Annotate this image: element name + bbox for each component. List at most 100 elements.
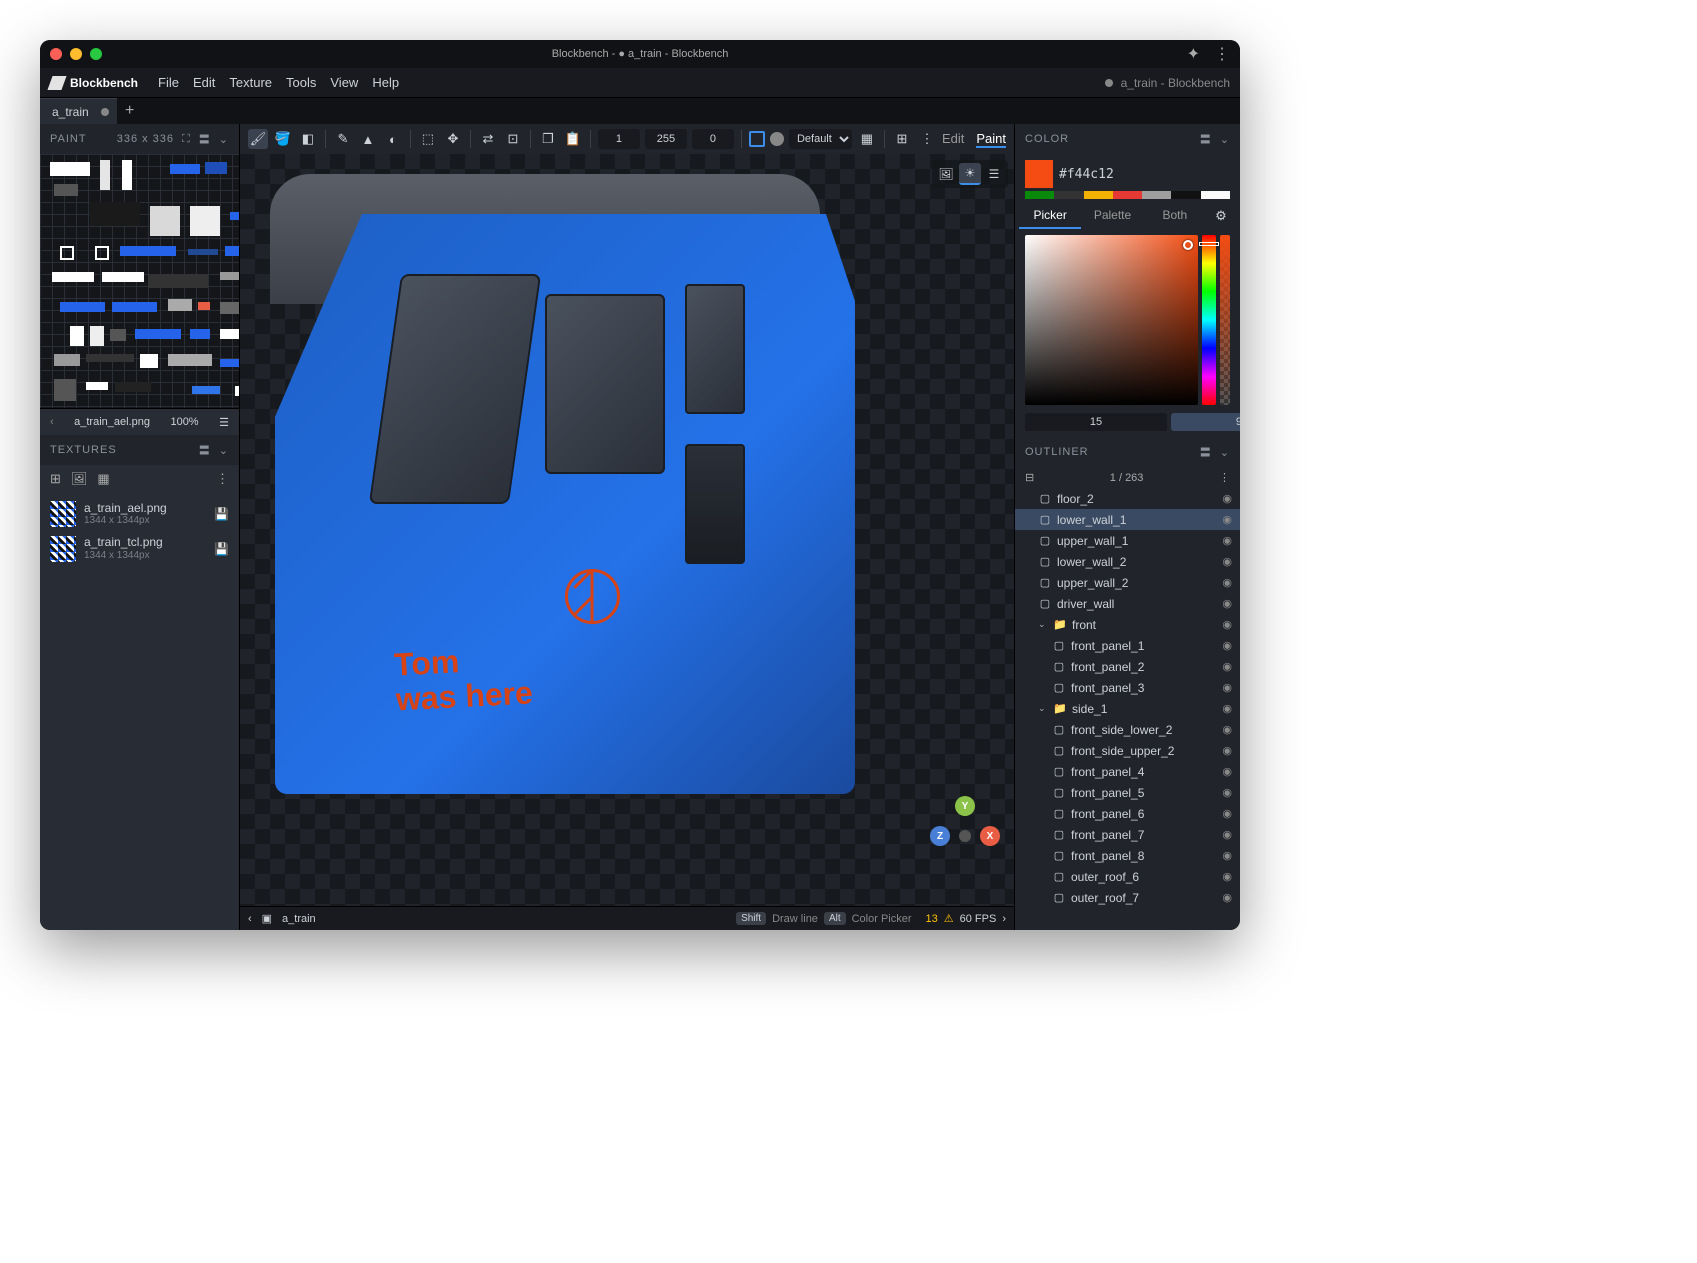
select-tool-icon[interactable]: ⬚ [418,129,438,149]
color-hex-value[interactable]: #f44c12 [1059,167,1114,182]
minimize-button[interactable] [70,48,82,60]
nav-back-icon[interactable]: ‹ [248,913,252,925]
import-texture-icon[interactable]: 🖼 [71,471,88,487]
visibility-icon[interactable]: ◉ [1222,702,1232,715]
app-logo[interactable]: Blockbench [50,76,138,90]
visibility-icon[interactable]: ◉ [1222,807,1232,820]
toolbar-more-icon[interactable]: ⋮ [917,129,937,149]
maximize-button[interactable] [90,48,102,60]
outliner-item[interactable]: ▢front_panel_2◉ [1015,656,1240,677]
texture-item[interactable]: a_train_tcl.png 1344 x 1344px 💾 [40,531,239,565]
panel-options-icon[interactable]: 〓 [1200,444,1212,460]
outliner-item[interactable]: ▢lower_wall_1◉ [1015,509,1240,530]
uv-list-icon[interactable]: ☰ [219,416,229,429]
visibility-icon[interactable]: ◉ [1222,492,1232,505]
visibility-icon[interactable]: ◉ [1222,765,1232,778]
outliner-item[interactable]: ⌄📁side_1◉ [1015,698,1240,719]
pixel-grid-icon[interactable]: ▦ [857,129,877,149]
outliner-item[interactable]: ▢front_panel_5◉ [1015,782,1240,803]
outliner-item[interactable]: ▢front_panel_1◉ [1015,635,1240,656]
visibility-icon[interactable]: ◉ [1222,744,1232,757]
menu-view[interactable]: View [330,75,358,90]
swatch[interactable] [1201,191,1230,199]
fullscreen-icon[interactable]: ⛶ [182,133,191,146]
swatch[interactable] [1113,191,1142,199]
sat-input[interactable] [1171,413,1240,431]
add-texture-icon[interactable]: ⊞ [50,471,61,487]
outliner-item[interactable]: ▢outer_roof_7◉ [1015,887,1240,908]
fill-tool-icon[interactable]: 🪣 [273,129,293,149]
outliner-more-icon[interactable]: ⋮ [1219,471,1230,484]
visibility-icon[interactable]: ◉ [1222,555,1232,568]
uv-editor[interactable] [40,154,239,409]
tab-dirty-icon[interactable] [101,108,109,116]
hue-input[interactable] [1025,413,1167,431]
tab-a-train[interactable]: a_train [40,98,117,124]
blend-square-icon[interactable] [749,131,765,147]
eyedropper-tool-icon[interactable]: ✎ [333,129,353,149]
texture-more-icon[interactable]: ⋮ [216,471,229,487]
outliner-item[interactable]: ▢upper_wall_2◉ [1015,572,1240,593]
mode-edit[interactable]: Edit [942,131,964,148]
paste-tool-icon[interactable]: 📋 [563,129,583,149]
visibility-icon[interactable]: ◉ [1222,723,1232,736]
outliner-item[interactable]: ▢lower_wall_2◉ [1015,551,1240,572]
brush-softness-input[interactable] [692,129,734,149]
visibility-icon[interactable]: ◉ [1222,534,1232,547]
gizmo-center-icon[interactable] [959,830,971,842]
extension-icon[interactable]: ✦ [1187,44,1200,64]
swatch[interactable] [1171,191,1200,199]
color-tab-palette[interactable]: Palette [1081,203,1143,229]
outliner-item[interactable]: ▢front_side_upper_2◉ [1015,740,1240,761]
expand-icon[interactable]: ⌄ [1038,703,1048,714]
view-shading-icon[interactable]: ☀ [959,163,981,185]
copy-tool-icon[interactable]: ❐ [538,129,558,149]
gradient-tool-icon[interactable]: ◐ [383,129,403,149]
shape-tool-icon[interactable]: ▲ [358,129,378,149]
gizmo-x-icon[interactable]: X [980,826,1000,846]
chevron-down-icon[interactable]: ⌄ [1220,133,1230,146]
swatch[interactable] [1025,191,1054,199]
color-swatch-main[interactable] [1025,160,1053,188]
warning-count[interactable]: 13 [926,913,938,925]
visibility-icon[interactable]: ◉ [1222,681,1232,694]
grid-view-icon[interactable]: ▦ [97,471,109,487]
swatch[interactable] [1054,191,1083,199]
outliner-item[interactable]: ▢driver_wall◉ [1015,593,1240,614]
uv-prev-icon[interactable]: ‹ [50,416,54,428]
visibility-icon[interactable]: ◉ [1222,597,1232,610]
menu-texture[interactable]: Texture [229,75,272,90]
view-image-icon[interactable]: 🖼 [935,163,957,185]
panel-options-icon[interactable]: 〓 [199,442,211,458]
move-tool-icon[interactable]: ✥ [443,129,463,149]
visibility-icon[interactable]: ◉ [1222,891,1232,904]
tab-add-button[interactable]: + [117,98,143,124]
panel-options-icon[interactable]: 〓 [199,131,211,147]
gizmo-y-icon[interactable]: Y [955,796,975,816]
view-settings-icon[interactable]: ☰ [983,163,1005,185]
visibility-icon[interactable]: ◉ [1222,786,1232,799]
brush-opacity-input[interactable] [645,129,687,149]
outliner-item[interactable]: ▢front_panel_8◉ [1015,845,1240,866]
lock-tool-icon[interactable]: ⊡ [503,129,523,149]
panel-options-icon[interactable]: 〓 [1200,131,1212,147]
grid-toggle-icon[interactable]: ⊞ [892,129,912,149]
visibility-icon[interactable]: ◉ [1222,849,1232,862]
swatch[interactable] [1142,191,1171,199]
visibility-icon[interactable]: ◉ [1222,639,1232,652]
mode-paint[interactable]: Paint [976,131,1006,148]
brush-tool-icon[interactable]: 🖌 [248,129,268,149]
outliner-item[interactable]: ⌄📁front◉ [1015,614,1240,635]
brush-size-input[interactable] [598,129,640,149]
chevron-down-icon[interactable]: ⌄ [219,444,229,457]
color-hue-slider[interactable] [1202,235,1216,405]
save-icon[interactable]: 💾 [214,542,229,556]
outliner-item[interactable]: ▢front_panel_7◉ [1015,824,1240,845]
color-tab-picker[interactable]: Picker [1019,203,1081,229]
color-sv-field[interactable] [1025,235,1198,405]
mirror-tool-icon[interactable]: ⇄ [478,129,498,149]
outliner-item[interactable]: ▢front_side_lower_2◉ [1015,719,1240,740]
outliner-item[interactable]: ▢front_panel_4◉ [1015,761,1240,782]
visibility-icon[interactable]: ◉ [1222,576,1232,589]
viewport-3d[interactable]: Tomwas here 🖼 ☀ ☰ Y X Z [240,154,1014,906]
